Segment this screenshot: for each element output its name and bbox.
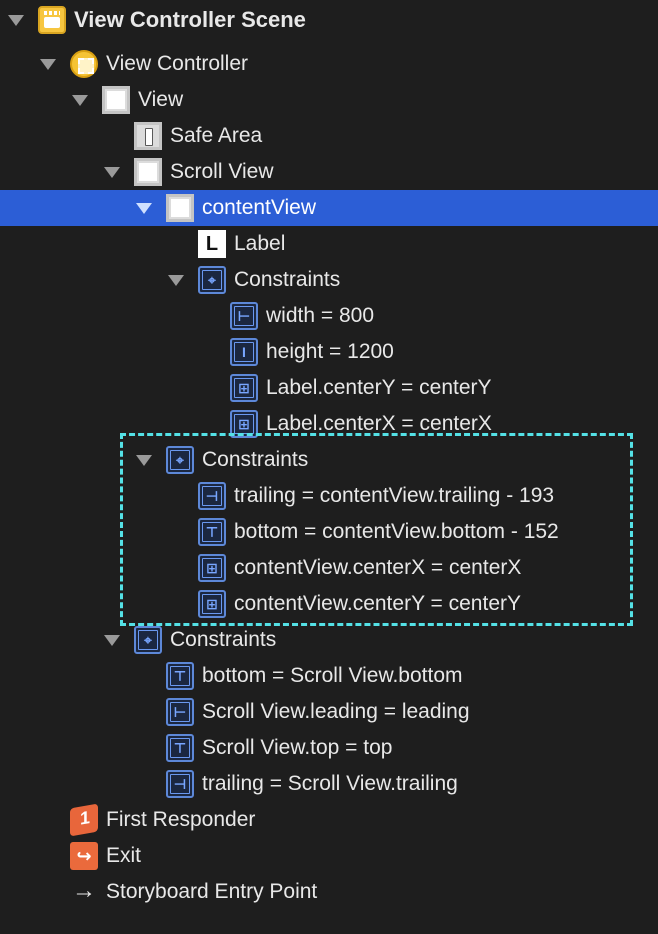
width-constraint-icon: ⊢ [230, 302, 258, 330]
label-icon [198, 230, 226, 258]
row-label: Exit [106, 844, 142, 867]
outline-row-constraint[interactable]: ⊤ Scroll View.top = top [0, 730, 658, 766]
row-label: View Controller [106, 52, 249, 75]
outline-row-storyboard-entry-point[interactable]: Storyboard Entry Point [0, 874, 658, 910]
top-constraint-icon: ⊤ [166, 734, 194, 762]
row-label: contentView [202, 196, 317, 219]
row-label: Safe Area [170, 124, 263, 147]
outline-row-view-controller[interactable]: View Controller [0, 46, 658, 82]
row-label: Storyboard Entry Point [106, 880, 318, 903]
bottom-constraint-icon: ⊤ [198, 518, 226, 546]
constraints-icon: ⌖ [166, 446, 194, 474]
outline-row-constraint[interactable]: ⊣ trailing = Scroll View.trailing [0, 766, 658, 802]
trailing-constraint-icon: ⊣ [198, 482, 226, 510]
row-label: Label [234, 232, 286, 255]
row-label: Scroll View [170, 160, 274, 183]
constraints-icon: ⌖ [134, 626, 162, 654]
bottom-constraint-icon: ⊤ [166, 662, 194, 690]
row-label: height = 1200 [266, 340, 394, 363]
outline-row-scroll-view[interactable]: Scroll View [0, 154, 658, 190]
disclosure-triangle-icon[interactable] [136, 203, 152, 214]
outline-row-view-controller-scene[interactable]: View Controller Scene [0, 2, 658, 38]
safe-area-icon [134, 122, 162, 150]
outline-row-constraint[interactable]: I height = 1200 [0, 334, 658, 370]
center-x-constraint-icon: ⊞ [230, 410, 258, 438]
outline-row-constraint[interactable]: ⊞ Label.centerY = centerY [0, 370, 658, 406]
row-label: trailing = Scroll View.trailing [202, 772, 458, 795]
view-icon [166, 194, 194, 222]
leading-constraint-icon: ⊢ [166, 698, 194, 726]
first-responder-icon [70, 803, 98, 837]
row-label: Scroll View.top = top [202, 736, 393, 759]
view-controller-icon [70, 50, 98, 78]
outline-row-first-responder[interactable]: First Responder [0, 802, 658, 838]
constraints-icon: ⌖ [198, 266, 226, 294]
highlight-dashed-box [120, 433, 633, 626]
outline-row-constraints[interactable]: ⌖ Constraints [0, 622, 658, 658]
disclosure-triangle-icon[interactable] [104, 167, 120, 178]
height-constraint-icon: I [230, 338, 258, 366]
disclosure-triangle-icon[interactable] [72, 95, 88, 106]
outline-row-constraint[interactable]: ⊤ bottom = Scroll View.bottom [0, 658, 658, 694]
row-label: First Responder [106, 808, 256, 831]
outline-row-exit[interactable]: Exit [0, 838, 658, 874]
center-y-constraint-icon: ⊞ [230, 374, 258, 402]
outline-row-constraints[interactable]: ⌖ Constraints [0, 262, 658, 298]
disclosure-triangle-icon[interactable] [8, 15, 24, 26]
outline-row-view[interactable]: View [0, 82, 658, 118]
row-label: View Controller Scene [74, 7, 306, 32]
entry-point-arrow-icon [70, 876, 98, 906]
row-label: Label.centerY = centerY [266, 376, 492, 399]
view-icon [102, 86, 130, 114]
outline-row-constraint[interactable]: ⊢ width = 800 [0, 298, 658, 334]
disclosure-triangle-icon[interactable] [168, 275, 184, 286]
storyboard-scene-icon [38, 6, 66, 34]
row-label: Constraints [234, 268, 341, 291]
scroll-view-icon [134, 158, 162, 186]
outline-row-content-view[interactable]: contentView [0, 190, 658, 226]
row-label: Scroll View.leading = leading [202, 700, 470, 723]
outline-row-safe-area[interactable]: Safe Area [0, 118, 658, 154]
disclosure-triangle-icon[interactable] [40, 59, 56, 70]
row-label: Constraints [170, 628, 277, 651]
exit-icon [70, 842, 98, 870]
row-label: View [138, 88, 184, 111]
row-label: bottom = Scroll View.bottom [202, 664, 463, 687]
center-x-constraint-icon: ⊞ [198, 554, 226, 582]
outline-row-label[interactable]: Label [0, 226, 658, 262]
trailing-constraint-icon: ⊣ [166, 770, 194, 798]
center-y-constraint-icon: ⊞ [198, 590, 226, 618]
outline-row-constraint[interactable]: ⊢ Scroll View.leading = leading [0, 694, 658, 730]
row-label: width = 800 [266, 304, 374, 327]
disclosure-triangle-icon[interactable] [104, 635, 120, 646]
